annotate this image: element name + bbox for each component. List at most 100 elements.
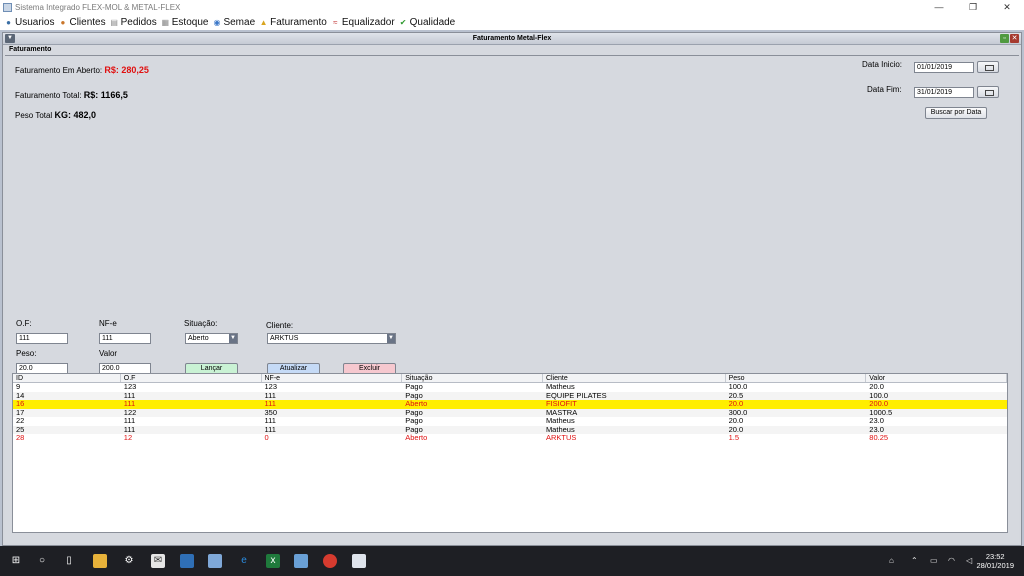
data-inicio-input[interactable]: 01/01/2019 <box>914 62 974 73</box>
menu-faturamento[interactable]: ▲ Faturamento <box>259 17 327 28</box>
billing-icon: ▲ <box>259 17 268 27</box>
window-title: Sistema Integrado FLEX-MOL & METAL-FLEX <box>15 2 181 12</box>
table-cell: 111 <box>123 400 136 408</box>
column-header[interactable]: Cliente <box>543 374 726 382</box>
close-button[interactable]: ✕ <box>990 0 1024 14</box>
table-row[interactable]: 25 111 111 Pago Matheus 20.0 23.0 <box>13 425 1007 434</box>
file-explorer-icon[interactable] <box>93 554 107 568</box>
search-icon[interactable]: ○ <box>35 554 49 568</box>
table-row[interactable]: 14 111 111 Pago EQUIPE PILATES 20.5 100.0 <box>13 391 1007 400</box>
people-icon[interactable]: ⌂ <box>889 556 894 565</box>
frame-close-icon[interactable]: ✕ <box>1010 34 1019 43</box>
peso-total-value: KG: 482,0 <box>54 110 96 120</box>
menu-equalizador[interactable]: ≈ Equalizador <box>331 17 395 28</box>
table-row[interactable]: 17 122 350 Pago MASTRA 300.0 1000.5 <box>13 408 1007 417</box>
chevron-up-icon[interactable]: ⌃ <box>911 556 918 565</box>
table-cell: 22 <box>16 417 25 425</box>
situacao-select[interactable]: Aberto ▼ <box>185 333 238 344</box>
battery-icon[interactable]: ▭ <box>930 556 938 565</box>
window-titlebar: Sistema Integrado FLEX-MOL & METAL-FLEX … <box>0 0 1024 14</box>
column-header[interactable]: O.F <box>121 374 262 382</box>
table-row[interactable]: 22 111 111 Pago Matheus 20.0 23.0 <box>13 417 1007 426</box>
frame-minimize-icon[interactable]: ▫ <box>1000 34 1009 43</box>
column-header[interactable]: Peso <box>726 374 867 382</box>
clock[interactable]: 23:52 28/01/2019 <box>976 552 1014 570</box>
menu-qualidade[interactable]: ✔ Qualidade <box>399 17 455 28</box>
cliente-label: Cliente: <box>266 321 294 330</box>
internal-frame-titlebar: ▼ Faturamento Metal-Flex ▫ ✕ <box>3 33 1021 45</box>
java-icon[interactable] <box>352 554 366 568</box>
minimize-button[interactable]: — <box>922 0 956 14</box>
table-cell: 111 <box>123 425 136 434</box>
column-header[interactable]: Valor <box>866 374 1007 382</box>
nfe-label: NF-e <box>99 319 117 328</box>
calendar-inicio-button[interactable] <box>977 61 999 73</box>
of-label: O.F: <box>16 319 32 328</box>
table-cell: Pago <box>405 383 423 391</box>
wifi-icon[interactable]: ◠ <box>948 556 955 565</box>
table-cell: 17 <box>16 408 25 417</box>
menu-label: Clientes <box>69 16 106 28</box>
calendar-fim-button[interactable] <box>977 86 999 98</box>
cliente-select[interactable]: ARKTUS ▼ <box>267 333 396 344</box>
data-fim-label: Data Fim: <box>867 85 902 94</box>
check-icon: ✔ <box>399 17 407 27</box>
buscar-por-data-button[interactable]: Buscar por Data <box>925 107 987 119</box>
chrome-icon[interactable] <box>323 554 337 568</box>
menu-estoque[interactable]: ▦ Estoque <box>161 17 208 28</box>
table-cell: 0 <box>264 434 269 442</box>
column-header[interactable]: Situação <box>402 374 543 382</box>
table-cell: 300.0 <box>728 408 748 417</box>
users-icon: ● <box>6 17 11 27</box>
menu-label: Semae <box>223 16 256 28</box>
volume-icon[interactable]: ◁ <box>966 556 972 565</box>
chevron-down-icon: ▼ <box>229 334 237 343</box>
table-cell: 123 <box>123 383 137 391</box>
menu-pedidos[interactable]: ▤ Pedidos <box>110 17 156 28</box>
menu-clientes[interactable]: ● Clientes <box>58 16 106 28</box>
column-header[interactable]: ID <box>13 374 121 382</box>
column-header[interactable]: NF-e <box>262 374 403 382</box>
nfe-input[interactable]: 111 <box>99 333 151 344</box>
table-cell: Matheus <box>545 425 575 434</box>
network-icon[interactable] <box>180 554 194 568</box>
data-fim-input[interactable]: 31/01/2019 <box>914 87 974 98</box>
mail-icon[interactable]: ✉ <box>151 554 165 568</box>
table-cell: 9 <box>16 383 21 391</box>
table-cell: Aberto <box>405 400 428 408</box>
data-inicio-label: Data Inicio: <box>862 60 903 69</box>
box-app-icon[interactable] <box>294 554 308 568</box>
app-icon[interactable] <box>208 554 222 568</box>
windows-start-icon[interactable]: ⊞ <box>9 554 23 568</box>
of-input[interactable]: 111 <box>16 333 68 344</box>
maximize-button[interactable]: ❐ <box>956 0 990 14</box>
table-cell: Aberto <box>405 434 428 442</box>
panel-label: Faturamento <box>9 46 52 53</box>
menu-usuarios[interactable]: ● Usuarios <box>4 17 54 28</box>
equalizer-icon: ≈ <box>333 17 338 27</box>
cliente-value: ARKTUS <box>270 335 299 342</box>
menu-semae[interactable]: ◉ Semae <box>212 17 255 28</box>
table-cell: Matheus <box>545 417 575 425</box>
table-cell: 25 <box>16 425 25 434</box>
table-cell: ARKTUS <box>545 434 577 442</box>
table-cell: 23.0 <box>869 425 884 434</box>
settings-icon[interactable]: ⚙ <box>122 554 136 568</box>
table-cell: 1000.5 <box>869 408 893 417</box>
menu-label: Equalizador <box>341 16 395 28</box>
table-row[interactable]: 9 123 123 Pago Matheus 100.0 20.0 <box>13 383 1007 392</box>
excel-icon[interactable]: x <box>266 554 280 568</box>
menu-label: Usuarios <box>15 16 55 28</box>
total-value: R$: 1166,5 <box>83 90 128 100</box>
table-cell: 20.0 <box>728 417 744 425</box>
edge-icon[interactable]: e <box>237 554 251 568</box>
faturamento-table[interactable]: ID O.F NF-e Situação Cliente Peso Valor … <box>12 373 1008 533</box>
task-view-icon[interactable]: ▯ <box>62 554 76 568</box>
table-cell: MASTRA <box>545 408 578 417</box>
menu-label: Faturamento <box>270 16 327 28</box>
table-cell: 20.0 <box>728 425 744 434</box>
table-row[interactable]: 28 12 0 Aberto ARKTUS 1.5 80.25 <box>13 434 1007 443</box>
peso-label: Peso: <box>16 349 37 358</box>
table-row[interactable]: 16 111 111 Aberto FISIOFIT 20.0 200.0 <box>13 400 1007 409</box>
table-cell: Matheus <box>545 383 575 391</box>
